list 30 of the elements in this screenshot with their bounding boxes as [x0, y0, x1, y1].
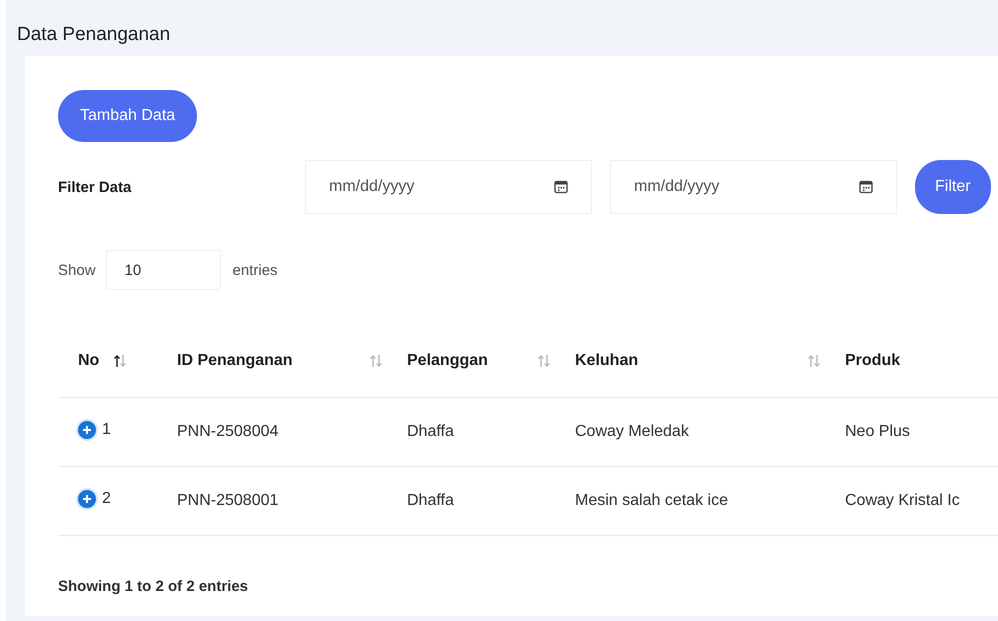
- table-cell: Neo Plus: [845, 423, 910, 440]
- column-header[interactable]: No: [78, 352, 100, 370]
- table-cell: Dhaffa: [407, 492, 454, 509]
- filter-label: Filter Data: [58, 178, 132, 196]
- add-data-button[interactable]: Tambah Data: [58, 90, 198, 142]
- date-field[interactable]: mm/dd/yyyy: [610, 160, 897, 214]
- expand-icon[interactable]: [78, 420, 96, 438]
- table-cell: Dhaffa: [407, 423, 454, 440]
- date-field[interactable]: mm/dd/yyyy: [305, 160, 592, 214]
- table-cell: Coway Kristal Ic: [845, 492, 960, 509]
- page-title: Data Penanganan: [17, 23, 170, 47]
- sort-icon[interactable]: [113, 354, 128, 368]
- column-header[interactable]: Pelanggan: [407, 352, 488, 370]
- column-header[interactable]: Produk: [845, 352, 900, 370]
- entries-field[interactable]: 10: [106, 250, 221, 290]
- entries-label: entries: [232, 262, 278, 278]
- column-header[interactable]: Keluhan: [575, 352, 638, 370]
- calendar-icon[interactable]: [859, 180, 873, 194]
- table-info: Showing 1 to 2 of 2 entries: [58, 578, 248, 595]
- show-label: Show: [58, 262, 96, 278]
- table-cell: Mesin salah cetak ice: [575, 492, 728, 509]
- filter-button[interactable]: Filter: [915, 160, 991, 214]
- table-cell: Coway Meledak: [575, 423, 689, 440]
- expand-icon[interactable]: [78, 490, 96, 508]
- calendar-icon[interactable]: [554, 180, 568, 194]
- table-cell: PNN-2508004: [177, 423, 278, 440]
- table-cell: 1: [102, 420, 111, 438]
- column-header[interactable]: ID Penanganan: [177, 352, 293, 370]
- table-cell: PNN-2508001: [177, 492, 278, 509]
- table-cell: 2: [102, 490, 111, 508]
